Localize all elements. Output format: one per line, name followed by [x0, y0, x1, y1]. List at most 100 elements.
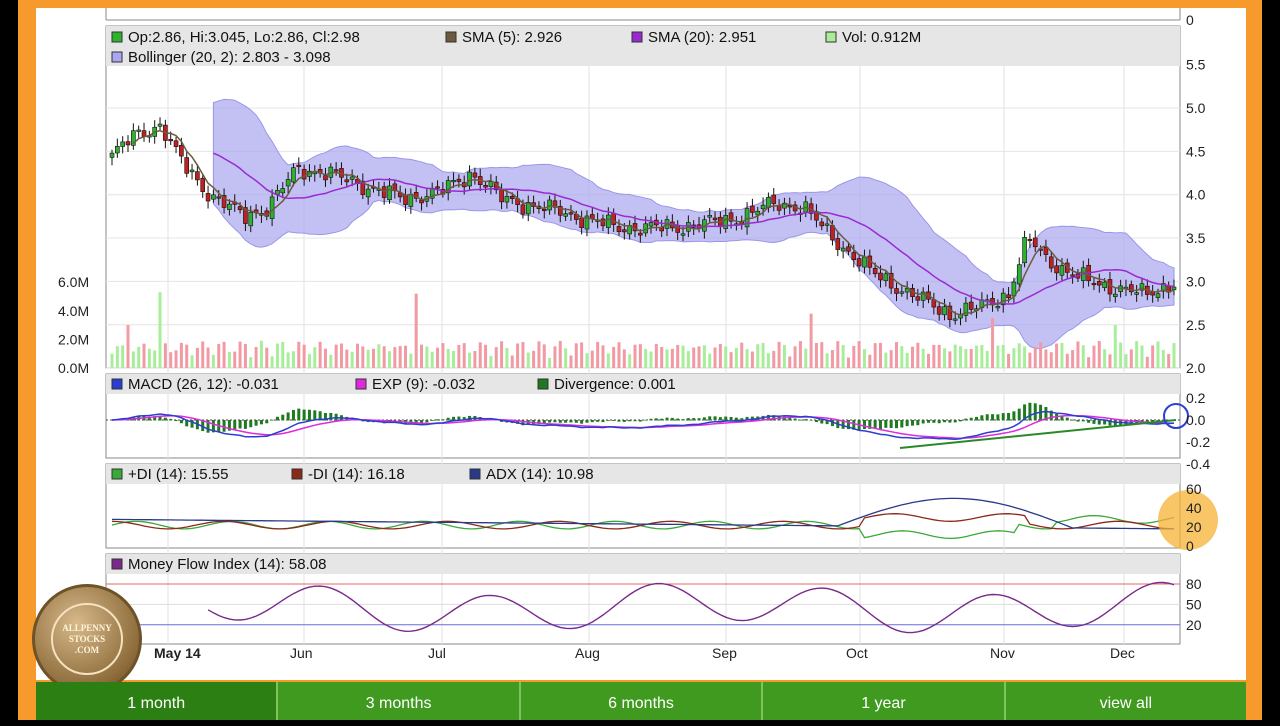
divergence-bar [585, 420, 589, 423]
volume-bar [1087, 357, 1091, 368]
volume-bar [339, 343, 343, 368]
volume-bar [377, 344, 381, 368]
sma5-legend: SMA (5): 2.926 [462, 29, 562, 46]
volume-bar [126, 325, 130, 368]
divergence-bar [862, 420, 866, 430]
candle-body [824, 223, 830, 226]
volume-bar [468, 352, 472, 368]
divergence-bar [590, 420, 594, 423]
volume-bar [478, 342, 482, 368]
divergence-bar [921, 420, 925, 424]
volume-bar [318, 341, 322, 368]
volume-bar [420, 344, 424, 368]
candle-body [622, 229, 627, 233]
divergence-bar [905, 420, 909, 427]
volume-bar [484, 344, 488, 368]
tab-1-year[interactable]: 1 year [761, 682, 1004, 720]
tab-1-month[interactable]: 1 month [36, 682, 277, 720]
volume-bar [638, 344, 642, 368]
mfi-tick-label: 50 [1186, 596, 1202, 612]
x-tick-label: Jul [428, 645, 446, 661]
volume-bar [1108, 354, 1112, 368]
x-tick-label: Jun [290, 645, 313, 661]
candle-body [1048, 256, 1054, 269]
tab-6-months[interactable]: 6 months [518, 682, 762, 720]
vol-legend: Vol: 0.912M [842, 29, 921, 46]
volume-bar [115, 346, 119, 368]
volume-bar [1044, 349, 1048, 368]
divergence-bar [441, 419, 445, 421]
divergence-bar [644, 419, 648, 421]
candle-body [1006, 294, 1011, 299]
divergence-bar [425, 420, 429, 423]
volume-bar [291, 351, 295, 368]
volume-bar [660, 346, 664, 368]
volume-bar [606, 353, 610, 368]
tab-view-all[interactable]: view all [1003, 682, 1247, 720]
volume-bar [825, 353, 829, 368]
volume-bar [409, 353, 413, 368]
volume-bar [1097, 341, 1101, 368]
tab-3-months[interactable]: 3 months [276, 682, 519, 720]
volume-bar [569, 355, 573, 368]
candle-body [851, 252, 857, 261]
candle-body [894, 288, 899, 294]
divergence-bar [948, 420, 952, 423]
volume-bar [430, 351, 434, 368]
volume-bar [553, 346, 557, 368]
volume-bar [345, 349, 349, 368]
divergence-bar [233, 420, 237, 430]
candle-body [456, 178, 462, 182]
volume-bar [857, 341, 861, 368]
volume-bar [836, 341, 840, 368]
divergence-bar [1028, 402, 1032, 421]
volume-bar [195, 347, 199, 368]
volume-bar [366, 349, 370, 368]
candle-body [1070, 274, 1075, 277]
volume-bar [846, 357, 850, 368]
divergence-bar [238, 420, 242, 429]
candle-body [1027, 238, 1033, 242]
volume-bar [436, 347, 440, 368]
divergence-bar [163, 417, 167, 421]
volume-bar [878, 342, 882, 368]
volume-bar [654, 344, 658, 368]
candle-body [1134, 292, 1139, 295]
volume-bar [686, 351, 690, 368]
volume-bar [820, 342, 824, 368]
volume-bar [286, 352, 290, 368]
candle-body [173, 140, 179, 147]
divergence-bar [1097, 420, 1101, 425]
divergence-bar [569, 420, 573, 423]
volume-bar [382, 346, 386, 368]
price-tick-label: 5.5 [1186, 57, 1206, 73]
candle-body [568, 212, 574, 215]
volume-bar [617, 342, 621, 368]
candle-body [856, 258, 862, 267]
volume-bar [991, 317, 995, 368]
volume-bar [681, 345, 685, 368]
divergence-bar [1012, 411, 1016, 421]
volume-bar [1049, 352, 1053, 368]
volume-bar [1103, 349, 1107, 368]
volume-bar [542, 344, 546, 368]
candle-body [616, 226, 622, 232]
candle-body [712, 217, 718, 221]
volume-bar [1113, 325, 1117, 368]
volume-bar [500, 341, 504, 368]
divergence-bar [927, 420, 931, 423]
volume-bar [452, 350, 456, 368]
divergence-bar [617, 420, 621, 422]
divergence-bar [702, 417, 706, 421]
volume-bar [1124, 354, 1128, 368]
divergence-bar [633, 420, 637, 422]
divergence-bar [249, 420, 253, 428]
candle-body [648, 222, 654, 227]
candle-body [936, 306, 942, 315]
candle-body [120, 141, 125, 147]
volume-bar [889, 350, 893, 368]
divergence-bar [436, 419, 440, 421]
candle-body [1102, 281, 1107, 288]
candle-body [1022, 236, 1027, 264]
candle-body [195, 171, 200, 181]
